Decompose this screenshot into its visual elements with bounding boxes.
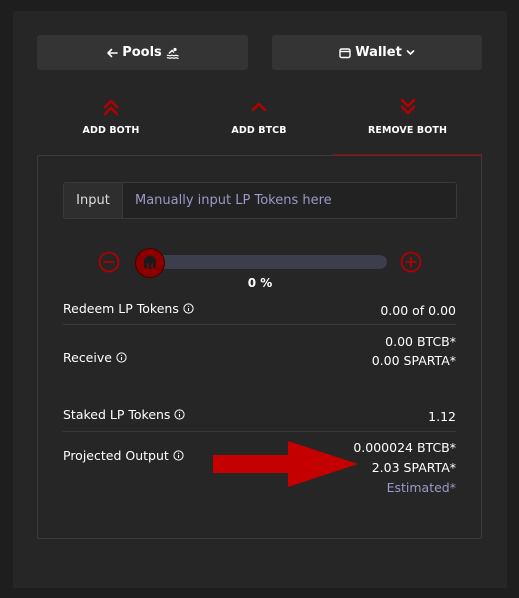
receive-key: Receive (63, 350, 127, 365)
info-icon[interactable] (116, 352, 127, 363)
lp-tokens-input[interactable] (123, 183, 456, 218)
redeem-value: 0.00 of 0.00 (380, 303, 456, 318)
divider (63, 324, 456, 325)
receive-label: Receive (63, 350, 112, 365)
plus-circle-icon (400, 251, 422, 273)
slider-percent: 0 % (247, 276, 273, 290)
receive-sparta: 0.00 SPARTA* (371, 353, 456, 368)
projected-sparta: 2.03 SPARTA* (371, 460, 456, 475)
receive-row: Receive 0.00 BTCB* 0.00 SPARTA* (63, 332, 456, 372)
chevron-up-icon (251, 98, 267, 120)
lp-input-group: Input (63, 182, 457, 219)
pools-button[interactable]: Pools (37, 35, 248, 70)
projected-values: 0.000024 BTCB* 2.03 SPARTA* Estimated* (353, 438, 456, 498)
wallet-button-label: Wallet (355, 45, 402, 60)
redeem-label: Redeem LP Tokens (63, 301, 179, 316)
arrow-left-icon (106, 47, 119, 59)
pools-button-label: Pools (122, 45, 162, 60)
receive-values: 0.00 BTCB* 0.00 SPARTA* (372, 332, 456, 370)
spartan-helmet-icon (144, 255, 156, 269)
chevron-down-icon (406, 48, 415, 57)
slider-track[interactable] (145, 255, 387, 269)
tab-add-btcb[interactable]: ADD BTCB (185, 96, 333, 154)
staked-value: 1.12 (428, 409, 456, 424)
receive-btcb: 0.00 BTCB* (385, 334, 456, 349)
tab-add-both-label: ADD BOTH (82, 125, 140, 136)
divider (63, 431, 456, 432)
info-icon[interactable] (173, 450, 184, 461)
slider-thumb[interactable] (135, 248, 165, 278)
staked-key: Staked LP Tokens (63, 407, 186, 422)
double-chevron-up-icon (103, 98, 119, 120)
tab-remove-both[interactable]: REMOVE BOTH (333, 96, 482, 156)
wallet-button[interactable]: Wallet (272, 35, 482, 70)
redeem-row: Redeem LP Tokens 0.00 of 0.00 (63, 301, 456, 319)
tab-add-both[interactable]: ADD BOTH (37, 96, 185, 154)
info-icon[interactable] (183, 303, 194, 314)
double-chevron-down-icon (400, 98, 416, 120)
staked-row: Staked LP Tokens 1.12 (63, 407, 456, 425)
increase-button[interactable] (400, 251, 422, 273)
projected-label: Projected Output (63, 448, 169, 463)
wallet-icon (339, 47, 351, 59)
swimming-icon (166, 47, 179, 59)
redeem-key: Redeem LP Tokens (63, 301, 194, 316)
projected-btcb: 0.000024 BTCB* (353, 440, 456, 455)
estimated-label: Estimated* (386, 480, 456, 495)
staked-label: Staked LP Tokens (63, 407, 171, 422)
tab-add-btcb-label: ADD BTCB (231, 125, 287, 136)
decrease-button[interactable] (98, 251, 120, 273)
tab-remove-both-label: REMOVE BOTH (367, 125, 448, 136)
projected-key: Projected Output (63, 448, 184, 463)
annotation-arrow-icon (213, 441, 358, 487)
input-label: Input (64, 183, 123, 218)
minus-circle-icon (98, 251, 120, 273)
info-icon[interactable] (174, 409, 186, 420)
